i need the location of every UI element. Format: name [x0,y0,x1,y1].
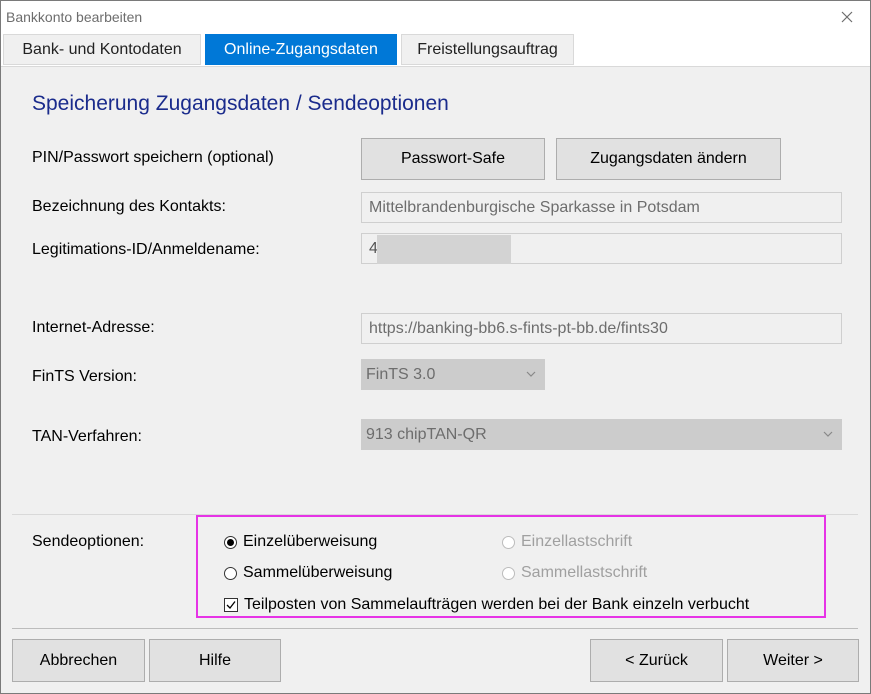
close-icon [841,11,853,23]
internet-address-field[interactable]: https://banking-bb6.s-fints-pt-bb.de/fin… [361,313,842,344]
next-button[interactable]: Weiter > [727,639,859,682]
pin-label: PIN/Passwort speichern (optional) [32,149,274,166]
single-debit-label: Einzellastschrift [521,533,633,550]
radio-checked-icon [224,535,237,549]
redacted-overlay [377,235,511,264]
tab-bar: Bank- und Kontodaten Online-Zugangsdaten… [1,33,870,66]
internet-address-label: Internet-Adresse: [32,319,155,336]
itemize-collective-orders-checkbox[interactable]: Teilposten von Sammelaufträgen werden be… [224,596,749,614]
send-options-label: Sendeoptionen: [32,533,145,550]
tan-method-select[interactable]: 913 chipTAN-QR [361,419,842,450]
fints-version-label: FinTS Version: [32,368,137,385]
fints-version-select[interactable]: FinTS 3.0 [361,359,545,390]
tan-method-value: 913 chipTAN-QR [366,425,487,443]
itemize-collective-orders-label: Teilposten von Sammelaufträgen werden be… [244,596,750,613]
checkmark-icon [226,601,236,609]
chevron-down-icon [526,371,536,377]
tab-exemption-order[interactable]: Freistellungsauftrag [401,34,574,65]
tan-method-label: TAN-Verfahren: [32,428,142,445]
contact-name-field[interactable]: Mittelbrandenburgische Sparkasse in Pots… [361,192,842,223]
help-button[interactable]: Hilfe [149,639,281,682]
section-heading: Speicherung Zugangsdaten / Sendeoptionen [32,92,449,115]
single-transfer-label: Einzelüberweisung [243,533,378,550]
collective-transfer-label: Sammelüberweisung [243,564,393,581]
title-bar: Bankkonto bearbeiten [1,1,870,33]
single-debit-radio[interactable]: Einzellastschrift [502,533,632,551]
back-button[interactable]: < Zurück [590,639,723,682]
checkbox-checked-icon [224,598,238,612]
window-title: Bankkonto bearbeiten [6,9,143,25]
single-transfer-radio[interactable]: Einzelüberweisung [224,533,377,551]
login-id-label: Legitimations-ID/Anmeldename: [32,241,260,258]
tab-bank-account-data[interactable]: Bank- und Kontodaten [3,34,201,65]
fints-version-value: FinTS 3.0 [366,365,436,383]
contact-name-label: Bezeichnung des Kontakts: [32,198,226,215]
password-safe-button[interactable]: Passwort-Safe [361,138,545,180]
collective-debit-radio[interactable]: Sammellastschrift [502,564,647,582]
footer-divider [12,628,858,629]
change-access-data-button[interactable]: Zugangsdaten ändern [556,138,781,180]
chevron-down-icon [823,431,833,437]
radio-unchecked-icon [224,566,237,580]
cancel-button[interactable]: Abbrechen [12,639,145,682]
radio-unchecked-icon [502,535,515,549]
radio-unchecked-icon [502,566,515,580]
close-button[interactable] [824,1,870,33]
collective-transfer-radio[interactable]: Sammelüberweisung [224,564,392,582]
collective-debit-label: Sammellastschrift [521,564,648,581]
tab-online-access-data[interactable]: Online-Zugangsdaten [205,34,397,65]
